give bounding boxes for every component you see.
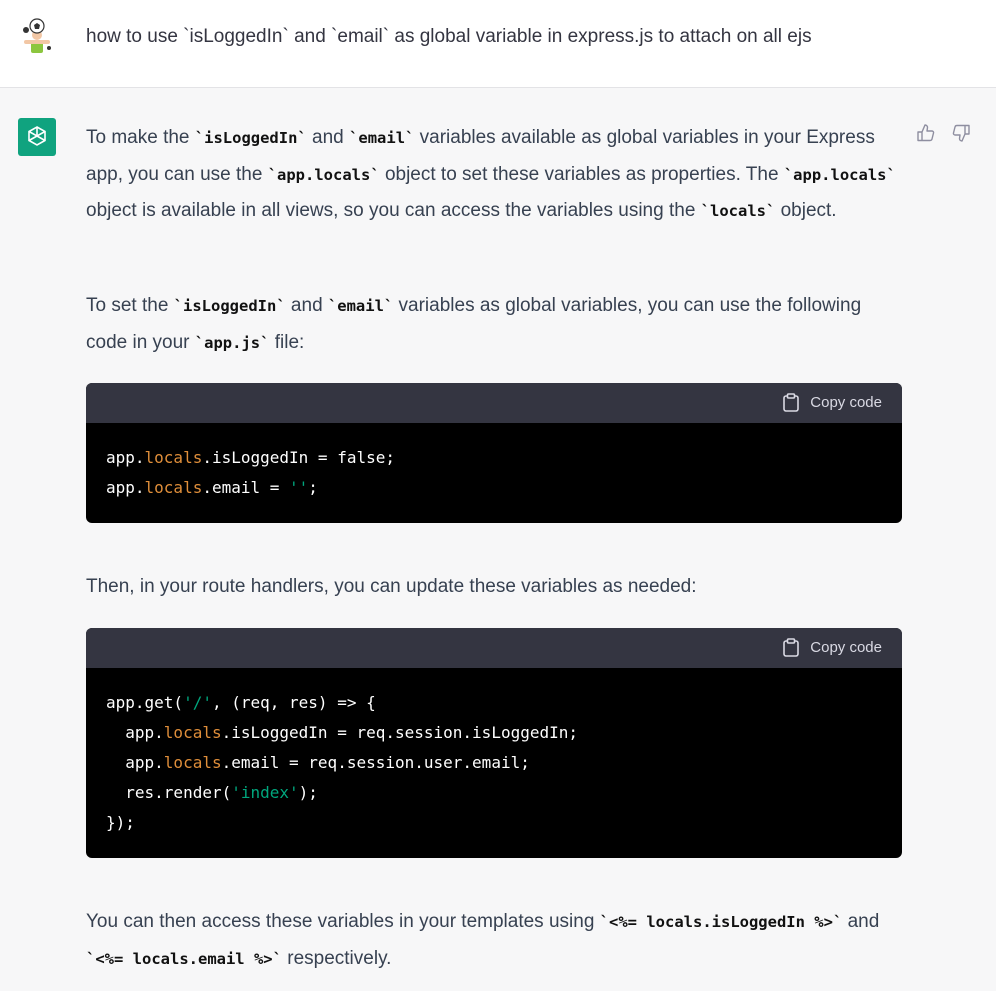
- code-string: '': [289, 478, 309, 497]
- code-block-1: Copy code app.locals.isLoggedIn = false;…: [86, 383, 902, 523]
- thumbs-up-button[interactable]: [916, 123, 936, 148]
- code-token: app.: [106, 723, 164, 742]
- text-run: You can then access these variables in y…: [86, 911, 600, 932]
- copy-code-label: Copy code: [810, 639, 882, 656]
- code-token: .email =: [202, 478, 290, 497]
- code-line: });: [106, 808, 882, 838]
- code-property: locals: [144, 448, 203, 467]
- text-run: object.: [775, 200, 837, 221]
- copy-code-button[interactable]: Copy code: [782, 638, 882, 657]
- code-body: app.locals.isLoggedIn = false; app.locals…: [86, 423, 902, 503]
- code-token: res.render(: [106, 783, 232, 802]
- inline-code: `app.locals`: [783, 165, 896, 184]
- thumbs-down-button[interactable]: [951, 123, 971, 148]
- text-run: and: [842, 911, 880, 932]
- code-token: , (req, res) => {: [211, 693, 376, 712]
- code-block-header: Copy code: [86, 628, 902, 668]
- code-body: app.get('/', (req, res) => { app.locals.…: [86, 668, 902, 838]
- code-block-header: Copy code: [86, 383, 902, 423]
- code-token: ;: [308, 478, 318, 497]
- inline-code: `isLoggedIn`: [173, 297, 286, 315]
- code-token: .isLoggedIn = false;: [202, 448, 395, 467]
- code-token: .isLoggedIn = req.session.isLoggedIn;: [221, 723, 579, 742]
- code-token: app.: [106, 753, 164, 772]
- code-property: locals: [163, 723, 222, 742]
- text-run: and: [306, 127, 350, 148]
- code-string: '/': [183, 693, 212, 712]
- copy-code-button[interactable]: Copy code: [782, 393, 882, 412]
- thumbs-down-icon: [952, 124, 970, 142]
- thumbs-up-icon: [917, 124, 935, 142]
- text-run: To set the: [86, 295, 174, 316]
- inline-code: `email`: [327, 297, 394, 315]
- inline-code: `app.locals`: [267, 165, 380, 184]
- code-token: app.get(: [106, 693, 184, 712]
- response-paragraph-2: To set the `isLoggedIn` and `email` vari…: [86, 288, 902, 361]
- code-token: );: [298, 783, 318, 802]
- code-property: locals: [144, 478, 203, 497]
- user-message-text: how to use `isLoggedIn` and `email` as g…: [86, 26, 812, 47]
- code-line: app.locals.email = req.session.user.emai…: [106, 748, 882, 778]
- code-line: res.render('index');: [106, 778, 882, 808]
- inline-code: `email`: [349, 129, 415, 147]
- text-run: Then, in your route handlers, you can up…: [86, 576, 697, 597]
- user-avatar: [18, 18, 56, 56]
- assistant-avatar: [18, 118, 56, 156]
- response-paragraph-4: You can then access these variables in y…: [86, 904, 902, 977]
- code-token: app.: [106, 448, 145, 467]
- inline-code: `app.js`: [194, 333, 270, 352]
- clipboard-icon: [783, 638, 800, 657]
- code-token: app.: [106, 478, 145, 497]
- openai-logo-icon: [28, 126, 46, 146]
- text-run: respectively.: [281, 947, 392, 969]
- user-message-row: how to use `isLoggedIn` and `email` as g…: [0, 0, 996, 88]
- copy-code-label: Copy code: [810, 394, 882, 411]
- clipboard-icon: [783, 393, 800, 412]
- inline-code: `locals`: [700, 202, 776, 220]
- text-run: file:: [269, 331, 305, 353]
- code-string: 'index': [231, 783, 299, 802]
- code-token: .email = req.session.user.email;: [221, 753, 530, 772]
- inline-code: `<%= locals.email %>`: [86, 949, 282, 968]
- code-line: app.get('/', (req, res) => {: [106, 688, 882, 718]
- code-line: app.locals.email = '';: [106, 473, 882, 503]
- soccer-player-icon: [23, 18, 51, 53]
- assistant-message-row: To make the `isLoggedIn` and `email` var…: [0, 89, 996, 991]
- response-paragraph-1: To make the `isLoggedIn` and `email` var…: [86, 120, 902, 230]
- response-paragraph-3: Then, in your route handlers, you can up…: [86, 569, 902, 605]
- code-block-2: Copy code app.get('/', (req, res) => { a…: [86, 628, 902, 858]
- text-run: and: [285, 295, 328, 316]
- code-property: locals: [163, 753, 222, 772]
- code-line: app.locals.isLoggedIn = false;: [106, 443, 882, 473]
- text-run: To make the: [86, 127, 195, 148]
- text-run: object to set these variables as propert…: [379, 163, 784, 185]
- inline-code: `isLoggedIn`: [194, 129, 307, 147]
- text-run: object is available in all views, so you…: [86, 200, 701, 221]
- inline-code: `<%= locals.isLoggedIn %>`: [599, 913, 843, 931]
- code-token: });: [106, 813, 135, 832]
- code-line: app.locals.isLoggedIn = req.session.isLo…: [106, 718, 882, 748]
